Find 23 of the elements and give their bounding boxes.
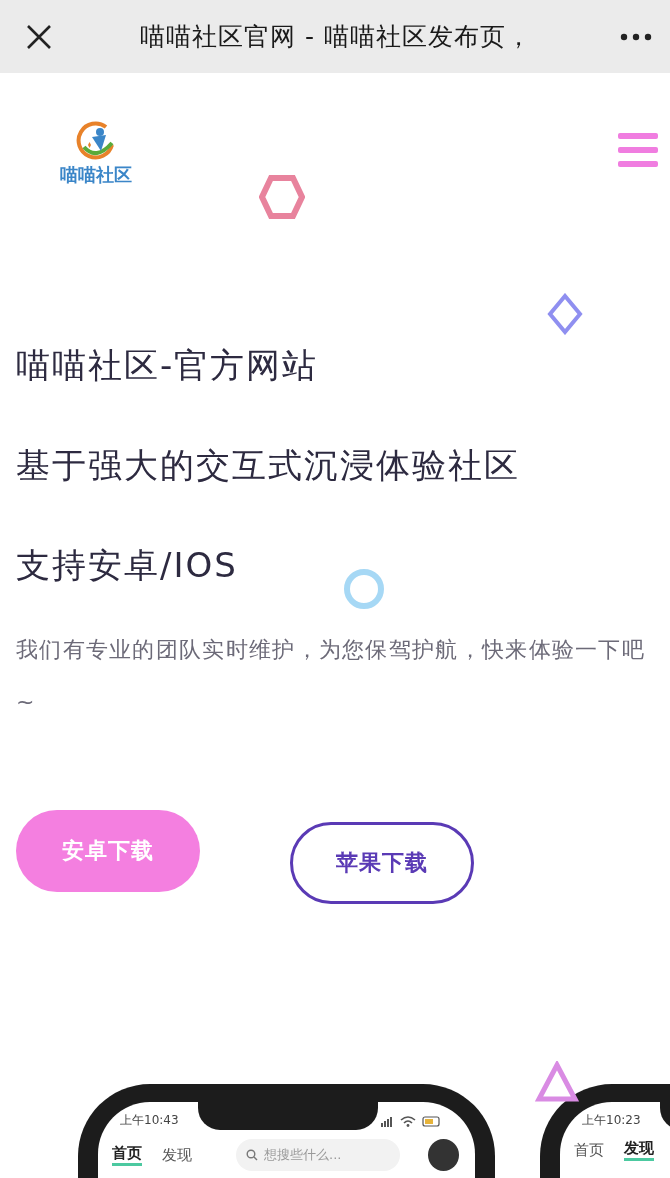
search-icon (246, 1149, 258, 1161)
heading: 基于强大的交互式沉浸体验社区 (16, 444, 520, 487)
triangle-icon (535, 1061, 579, 1103)
hexagon-icon (259, 175, 305, 219)
nav-tab[interactable]: 首页 (112, 1144, 142, 1166)
heading: 喵喵社区-官方网站 (16, 344, 319, 387)
description-text: 我们有专业的团队实时维护，为您保驾护航，快来体验一下吧~ (16, 636, 647, 716)
avatar[interactable] (428, 1139, 459, 1171)
download-outline-button[interactable]: 苹果下载 (290, 822, 474, 904)
diamond-icon (547, 293, 583, 335)
nav-tab[interactable]: 首页 (574, 1140, 604, 1160)
circle-icon (343, 568, 385, 610)
logo-text: 喵喵社区 (60, 163, 132, 187)
status-icons (381, 1114, 441, 1127)
logo-icon (76, 121, 116, 161)
status-time: 上午10:23 (582, 1112, 641, 1129)
more-icon[interactable] (620, 32, 652, 41)
page-title: 喵喵社区官网 - 喵喵社区发布页， (139, 21, 533, 53)
nav-tab[interactable]: 发现 (624, 1139, 654, 1161)
nav-tab[interactable]: 发现 (162, 1145, 192, 1165)
close-icon[interactable] (26, 23, 52, 50)
status-time: 上午10:43 (120, 1112, 179, 1129)
heading: 支持安卓/IOS (16, 544, 238, 587)
